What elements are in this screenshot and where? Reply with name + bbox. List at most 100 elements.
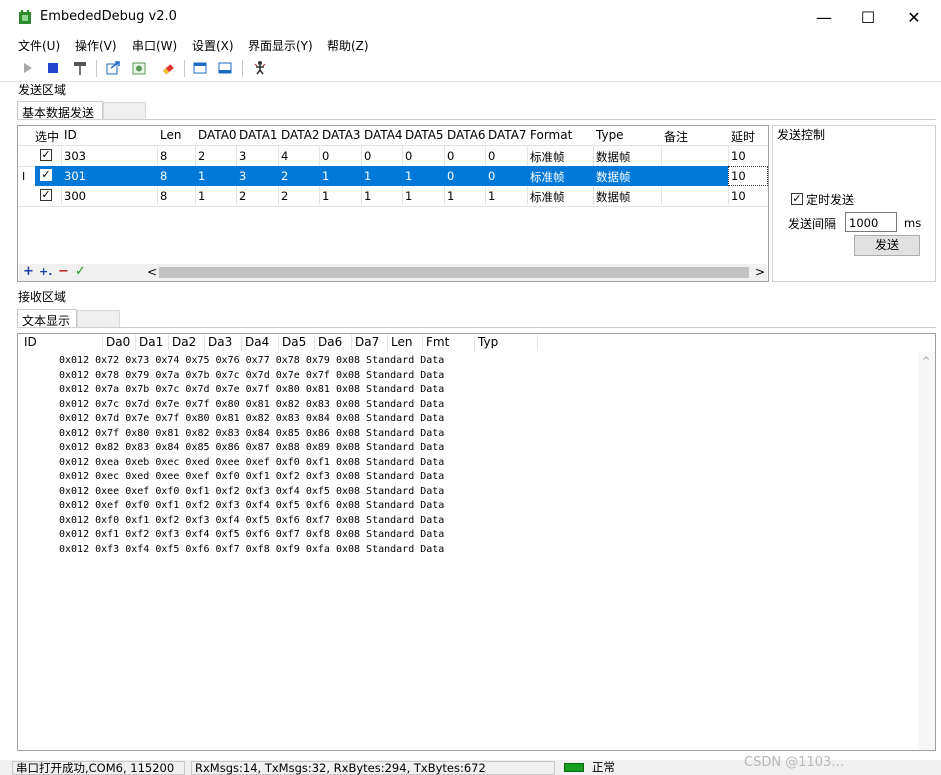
cell-data6[interactable]: 0 — [447, 169, 454, 183]
col-header[interactable]: ID — [21, 335, 103, 351]
col-header[interactable]: DATA4 — [364, 128, 403, 142]
cell-delay[interactable]: 10 — [731, 149, 746, 163]
window-bottom-icon[interactable] — [217, 60, 233, 76]
col-header[interactable]: Typ — [475, 335, 538, 351]
col-header[interactable]: DATA7 — [488, 128, 527, 142]
insert-row-button[interactable]: +. — [39, 266, 52, 279]
col-header[interactable]: 延时 — [731, 128, 755, 145]
dance-icon[interactable] — [252, 60, 268, 76]
cell-data2[interactable]: 2 — [281, 169, 288, 183]
hammer-icon[interactable] — [72, 60, 88, 76]
cell-data5[interactable]: 1 — [405, 169, 412, 183]
add-row-button[interactable]: + — [22, 265, 35, 279]
cell-data5[interactable]: 1 — [405, 189, 412, 203]
window-icon[interactable] — [192, 60, 208, 76]
menu-operation[interactable]: 操作(V) — [75, 37, 117, 54]
cell-len[interactable]: 8 — [160, 189, 167, 203]
menu-file[interactable]: 文件(U) — [18, 37, 60, 54]
cell-id[interactable]: 301 — [64, 169, 86, 183]
cell-data3[interactable]: 1 — [322, 189, 329, 203]
play-icon[interactable] — [20, 60, 36, 76]
timed-send-label[interactable]: 定时发送 — [806, 191, 854, 208]
cell-len[interactable]: 8 — [160, 149, 167, 163]
menu-serial[interactable]: 串口(W) — [132, 37, 177, 54]
col-header[interactable]: ID — [64, 128, 77, 142]
cell-data6[interactable]: 1 — [447, 189, 454, 203]
col-header[interactable]: Len — [388, 335, 423, 351]
row-checkbox[interactable]: ✓ — [40, 189, 52, 201]
scroll-up-button[interactable]: ^ — [922, 356, 930, 367]
col-header[interactable]: 备注 — [664, 128, 688, 145]
cell-type[interactable]: 数据帧 — [596, 149, 631, 165]
cell-data7[interactable]: 1 — [488, 189, 495, 203]
col-header[interactable]: Da3 — [205, 335, 242, 351]
table-row-selected[interactable]: ✓ 301 8 1 3 2 1 1 1 0 0 标准帧 数据帧 10 — [35, 166, 768, 186]
cell-data4[interactable]: 1 — [364, 189, 371, 203]
horizontal-scrollbar-thumb[interactable] — [159, 267, 749, 278]
menu-display[interactable]: 界面显示(Y) — [248, 37, 313, 54]
cell-data5[interactable]: 0 — [405, 149, 412, 163]
filter-icon[interactable] — [131, 60, 147, 76]
interval-input[interactable]: 1000 — [845, 212, 897, 232]
cell-delay-editor[interactable]: 10 — [728, 166, 768, 186]
col-header[interactable]: Type — [596, 128, 624, 142]
menu-settings[interactable]: 设置(X) — [192, 37, 234, 54]
cell-id[interactable]: 303 — [64, 149, 86, 163]
col-header[interactable]: Da7 — [352, 335, 388, 351]
col-header[interactable]: DATA2 — [281, 128, 320, 142]
cell-format[interactable]: 标准帧 — [530, 189, 565, 205]
cell-data7[interactable]: 0 — [488, 169, 495, 183]
cell-data4[interactable]: 0 — [364, 149, 371, 163]
cell-delay[interactable]: 10 — [731, 189, 746, 203]
send-button[interactable]: 发送 — [854, 235, 920, 256]
confirm-button[interactable]: ✓ — [74, 265, 87, 279]
col-header[interactable]: Len — [160, 128, 181, 142]
menu-help[interactable]: 帮助(Z) — [327, 37, 369, 54]
cell-data1[interactable]: 2 — [239, 189, 246, 203]
cell-format[interactable]: 标准帧 — [530, 169, 565, 185]
minimize-button[interactable]: — — [801, 0, 847, 34]
col-header[interactable]: Da4 — [242, 335, 279, 351]
scroll-left-button[interactable]: < — [147, 265, 157, 279]
col-header[interactable]: Format — [530, 128, 572, 142]
cell-data3[interactable]: 1 — [322, 169, 329, 183]
eraser-icon[interactable] — [160, 60, 176, 76]
vertical-scrollbar[interactable]: ^ — [918, 352, 935, 750]
export-icon[interactable] — [105, 60, 121, 76]
scroll-right-button[interactable]: > — [755, 265, 765, 279]
cell-data1[interactable]: 3 — [239, 149, 246, 163]
table-row[interactable]: ✓ 300 8 1 2 2 1 1 1 1 1 标准帧 数据帧 10 — [18, 186, 768, 207]
tab-empty[interactable] — [103, 102, 146, 120]
row-checkbox[interactable]: ✓ — [40, 149, 52, 161]
col-header[interactable]: DATA3 — [322, 128, 361, 142]
cell-data0[interactable]: 2 — [198, 149, 205, 163]
close-button[interactable]: ✕ — [891, 0, 937, 34]
cell-type[interactable]: 数据帧 — [596, 169, 631, 185]
cell-data7[interactable]: 0 — [488, 149, 495, 163]
col-header[interactable]: DATA0 — [198, 128, 237, 142]
col-header[interactable]: 选中 — [35, 128, 59, 145]
cell-format[interactable]: 标准帧 — [530, 149, 565, 165]
col-header[interactable]: Da0 — [103, 335, 136, 351]
col-header[interactable]: DATA5 — [405, 128, 444, 142]
cell-data2[interactable]: 2 — [281, 189, 288, 203]
cell-data2[interactable]: 4 — [281, 149, 288, 163]
cell-type[interactable]: 数据帧 — [596, 189, 631, 205]
tab-text-display[interactable]: 文本显示 — [17, 309, 77, 328]
col-header[interactable]: DATA6 — [447, 128, 486, 142]
col-header[interactable]: Da2 — [169, 335, 205, 351]
tab-empty[interactable] — [77, 310, 120, 328]
delete-row-button[interactable]: − — [57, 265, 70, 279]
maximize-button[interactable]: ☐ — [845, 0, 891, 34]
col-header[interactable]: Da1 — [136, 335, 169, 351]
cell-data4[interactable]: 1 — [364, 169, 371, 183]
receive-list[interactable]: ID Da0 Da1 Da2 Da3 Da4 Da5 Da6 Da7 Len F… — [17, 333, 936, 751]
cell-data0[interactable]: 1 — [198, 189, 205, 203]
cell-data6[interactable]: 0 — [447, 149, 454, 163]
col-header[interactable]: Fmt — [423, 335, 475, 351]
row-checkbox[interactable]: ✓ — [40, 169, 52, 181]
table-row[interactable]: ✓ 303 8 2 3 4 0 0 0 0 0 标准帧 数据帧 10 — [18, 146, 768, 167]
col-header[interactable]: Da5 — [279, 335, 315, 351]
stop-icon[interactable] — [45, 60, 61, 76]
timed-send-checkbox[interactable]: ✓ — [791, 193, 803, 205]
